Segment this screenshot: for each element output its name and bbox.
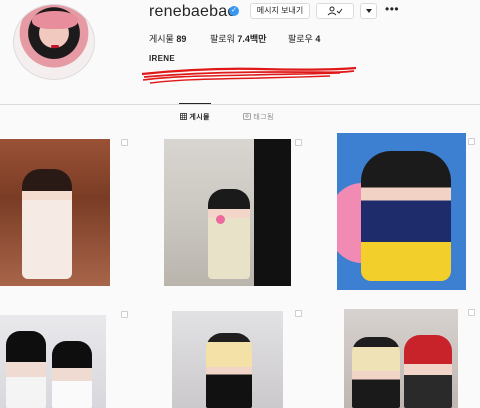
followers-count[interactable]: 팔로워 7.4백만 [210,32,266,45]
profile-display-name: IRENE [149,54,175,63]
active-tab-indicator [179,103,211,104]
select-checkbox[interactable] [121,311,128,318]
select-checkbox[interactable] [295,139,302,146]
photo-figure [352,337,400,408]
message-button[interactable]: 메시지 보내기 [250,3,310,19]
tag-icon [243,113,251,120]
photo-backdrop [254,139,291,286]
photo-figure [22,169,72,279]
select-checkbox[interactable] [121,139,128,146]
select-checkbox[interactable] [295,310,302,317]
posts-label: 게시물 [149,34,174,44]
post-thumbnail-5[interactable] [172,311,283,408]
following-button[interactable] [316,3,354,19]
profile-avatar[interactable] [13,4,95,80]
photo-figure [208,189,250,279]
more-options-icon[interactable]: ••• [385,2,399,16]
person-check-icon [327,6,343,16]
tab-posts-label: 게시물 [189,114,210,121]
followers-value: 7.4백만 [237,34,267,44]
photo-figure [361,151,451,281]
post-thumbnail-1[interactable] [0,139,110,286]
avatar-hat-detail [32,11,78,29]
photo-figure [206,333,252,408]
dropdown-button[interactable] [360,3,377,19]
followers-label: 팔로워 [210,34,235,44]
grid-icon [180,113,187,120]
following-count[interactable]: 팔로우 4 [288,32,320,45]
profile-header: renebaebae ✓ 메시지 보내기 ••• 게시물 89 팔로워 7.4백… [0,0,480,104]
avatar-lips-detail [51,45,59,48]
post-thumbnail-4[interactable] [0,315,106,408]
posts-value: 89 [176,34,187,44]
following-label: 팔로우 [288,34,313,44]
tab-tagged-label: 태그됨 [253,114,274,121]
chevron-down-icon [365,9,372,13]
photo-flower [216,215,225,224]
verified-badge-icon: ✓ [229,6,239,16]
select-checkbox[interactable] [468,309,475,316]
posts-count: 게시물 89 [149,32,186,45]
photo-figure [6,331,46,408]
post-thumbnail-2[interactable] [164,139,291,286]
tab-posts[interactable]: 게시물 [180,112,210,122]
photo-figure [52,341,92,408]
tabs-divider [0,104,480,105]
following-value: 4 [315,34,321,44]
post-thumbnail-3[interactable] [337,133,466,290]
profile-username: renebaebae [149,3,237,20]
photo-figure [404,335,452,408]
post-thumbnail-6[interactable] [344,309,458,408]
tab-tagged[interactable]: 태그됨 [243,112,274,122]
redaction-scribble [141,66,357,84]
select-checkbox[interactable] [468,138,475,145]
